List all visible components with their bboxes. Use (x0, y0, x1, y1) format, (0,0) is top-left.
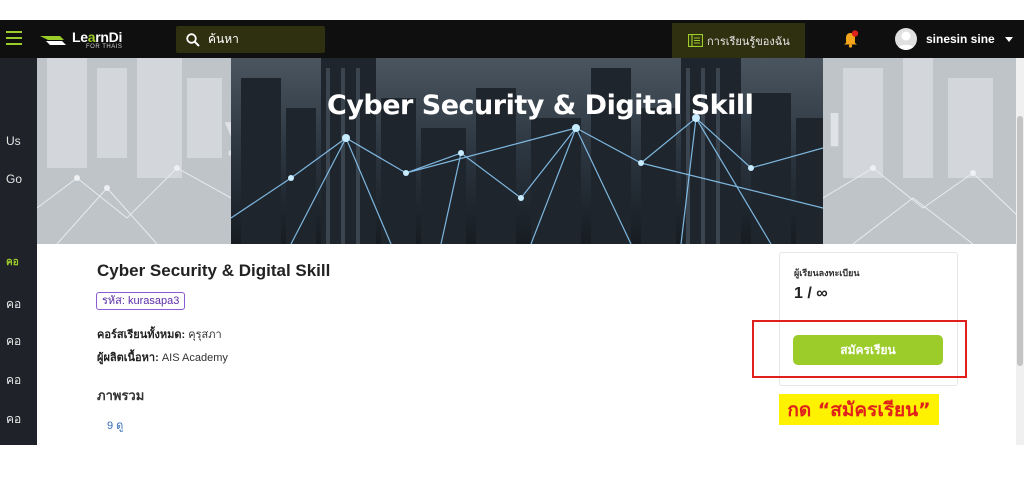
hamburger-menu-icon[interactable] (6, 31, 22, 45)
course-title: Cyber Security & Digital Skill (97, 261, 331, 280)
enrolled-count: 1 / ∞ (794, 285, 828, 302)
scrollbar-thumb[interactable] (1017, 116, 1023, 366)
producer-label: ผู้ผลิตเนื้อหา: (97, 352, 159, 364)
sidebar-item-5[interactable]: คอ (6, 332, 21, 351)
banner-title: Cyber Security & Digital Skill (327, 90, 754, 121)
sidebar-item-4[interactable]: คอ (6, 295, 21, 314)
scrollbar[interactable] (1016, 58, 1024, 445)
view-count: 9 ดู (107, 420, 124, 432)
username-label: sinesin sine (926, 32, 995, 46)
banner-right-network-graphic (823, 58, 1020, 244)
all-courses-value[interactable]: คุรุสภา (188, 329, 221, 341)
sidebar-item-1[interactable]: Us (6, 134, 21, 148)
highlight-box (752, 320, 967, 378)
notification-bell-icon[interactable] (843, 30, 859, 48)
chevron-down-icon (1004, 36, 1013, 42)
producer-value: AIS Academy (161, 352, 228, 364)
producer-row: ผู้ผลิตเนื้อหา: AIS Academy (97, 348, 228, 366)
banner-left-network-graphic (37, 58, 231, 244)
banner-image (231, 58, 823, 244)
user-menu[interactable]: sinesin sine (895, 28, 1013, 50)
sidebar-item-6[interactable]: คอ (6, 371, 21, 390)
logo-text-3: rnDi (95, 29, 123, 45)
left-sidebar: Us Go คอ คอ คอ คอ คอ (0, 58, 37, 445)
sidebar-item-2[interactable]: Go (6, 172, 22, 186)
logo-text-1: Le (72, 29, 88, 45)
search-box[interactable]: ค้นหา (176, 26, 325, 53)
avatar (895, 28, 917, 50)
logo-subtitle: FOR THAIS (86, 44, 123, 50)
learndi-logo[interactable]: LearnDi FOR THAIS (40, 27, 122, 53)
all-courses-label: คอร์สเรียนทั้งหมด: (97, 329, 186, 341)
app-frame: LearnDi FOR THAIS ค้นหา การเรียนรู้ของฉั… (0, 20, 1024, 445)
my-learning-button[interactable]: การเรียนรู้ของฉัน (672, 23, 805, 58)
overview-heading: ภาพรวม (97, 388, 145, 403)
enrolled-learners-label: ผู้เรียนลงทะเบียน (794, 268, 860, 278)
course-code-badge: รหัส: kurasapa3 (96, 292, 186, 310)
sidebar-item-7[interactable]: คอ (6, 410, 21, 429)
course-banner: Cy l Cyber Security & Digital Skill (37, 58, 1020, 244)
instruction-callout: กด “สมัครเรียน” (779, 394, 939, 425)
search-label: ค้นหา (208, 32, 239, 46)
all-courses-row: คอร์สเรียนทั้งหมด: คุรุสภา (97, 325, 222, 343)
search-icon (186, 32, 200, 47)
my-learning-label: การเรียนรู้ของฉัน (707, 35, 790, 48)
top-nav: LearnDi FOR THAIS ค้นหา การเรียนรู้ของฉั… (0, 20, 1024, 58)
logo-wing-icon (40, 33, 68, 47)
book-icon (688, 34, 703, 47)
sidebar-item-3[interactable]: คอ (6, 255, 19, 270)
